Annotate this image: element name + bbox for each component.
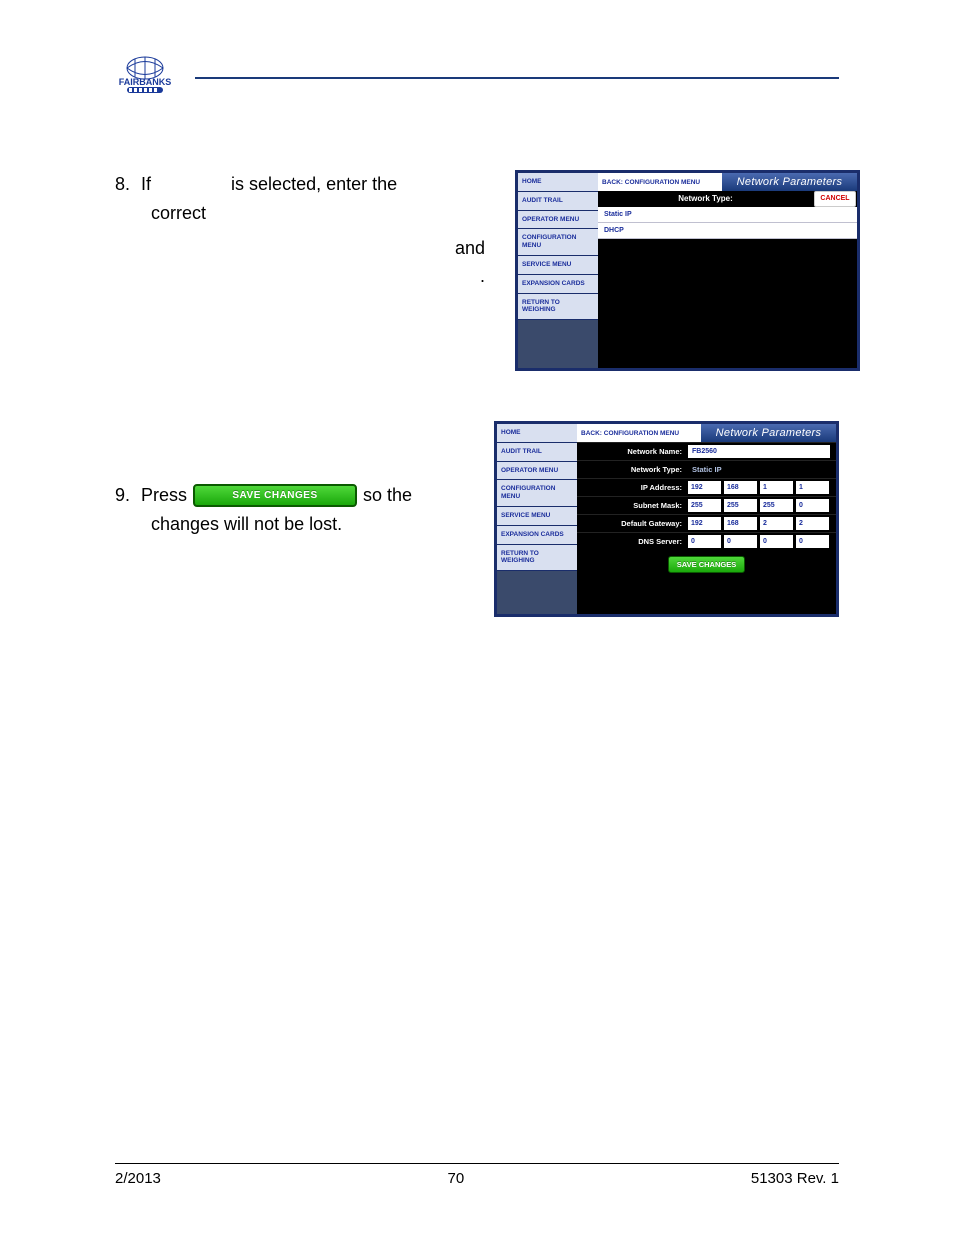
mask-octet-3[interactable]: 255 [760,499,793,512]
label-subnet-mask: Subnet Mask: [577,501,688,510]
mask-octet-4[interactable]: 0 [796,499,829,512]
step8-text-period: . [480,266,485,286]
field-network-type[interactable]: Static IP [688,465,836,474]
label-network-type: Network Type: [577,465,688,474]
sidebar: HOME AUDIT TRAIL OPERATOR MENU CONFIGURA… [497,424,577,614]
step9-text-so-the: so the [363,481,412,510]
page-footer: 2/2013 70 51303 Rev. 1 [115,1163,839,1187]
page-header: FAIRBANKS [115,55,839,100]
screenshot-network-params: HOME AUDIT TRAIL OPERATOR MENU CONFIGURA… [494,421,839,617]
step8-number: 8. [115,172,135,197]
sidebar-item-expansion[interactable]: EXPANSION CARDS [518,275,598,294]
screenshot-network-type: HOME AUDIT TRAIL OPERATOR MENU CONFIGURA… [515,170,860,371]
screen-title: Network Parameters [722,173,857,191]
option-static-ip[interactable]: Static IP [598,207,857,223]
cancel-button[interactable]: CANCEL [814,191,856,207]
dns-octet-4[interactable]: 0 [796,535,829,548]
step8-text-selected: is selected, enter the [231,174,397,194]
mask-octet-1[interactable]: 255 [688,499,721,512]
gw-octet-4[interactable]: 2 [796,517,829,530]
sidebar-item-expansion[interactable]: EXPANSION CARDS [497,526,577,545]
gw-octet-2[interactable]: 168 [724,517,757,530]
ip-octet-3[interactable]: 1 [760,481,793,494]
gw-octet-1[interactable]: 192 [688,517,721,530]
ip-octet-4[interactable]: 1 [796,481,829,494]
sidebar-item-operator[interactable]: OPERATOR MENU [497,462,577,481]
sidebar-item-config[interactable]: CONFIGURATION MENU [518,229,598,256]
save-changes-button[interactable]: SAVE CHANGES [668,556,745,573]
step8-text-and: and [455,238,485,258]
option-dhcp[interactable]: DHCP [598,223,857,239]
gw-octet-3[interactable]: 2 [760,517,793,530]
subtitle-network-type: Network Type: [598,191,813,207]
sidebar-item-return[interactable]: RETURN TO WEIGHING [518,294,598,321]
footer-doc-rev: 51303 Rev. 1 [751,1170,839,1187]
step9-text-not-lost: changes will not be lost. [151,514,342,534]
label-network-name: Network Name: [577,447,688,456]
back-link[interactable]: BACK: CONFIGURATION MENU [577,424,701,442]
footer-date: 2/2013 [115,1170,161,1187]
dns-octet-1[interactable]: 0 [688,535,721,548]
sidebar-item-operator[interactable]: OPERATOR MENU [518,211,598,230]
inline-save-changes-button: SAVE CHANGES [193,484,357,507]
step9-number: 9. [115,483,135,508]
step9-text-press: Press [141,481,187,510]
dns-octet-3[interactable]: 0 [760,535,793,548]
sidebar-item-return[interactable]: RETURN TO WEIGHING [497,545,577,572]
ip-octet-1[interactable]: 192 [688,481,721,494]
label-dns-server: DNS Server: [577,537,688,546]
sidebar-item-service[interactable]: SERVICE MENU [518,256,598,275]
label-default-gateway: Default Gateway: [577,519,688,528]
dns-octet-2[interactable]: 0 [724,535,757,548]
sidebar-item-service[interactable]: SERVICE MENU [497,507,577,526]
step8-text-if: If [141,174,151,194]
ip-octet-2[interactable]: 168 [724,481,757,494]
sidebar-item-audit[interactable]: AUDIT TRAIL [518,192,598,211]
sidebar-item-home[interactable]: HOME [497,424,577,443]
field-network-name[interactable]: FB2560 [688,445,830,458]
footer-page-number: 70 [448,1170,465,1187]
screen-title: Network Parameters [701,424,836,442]
fairbanks-logo: FAIRBANKS [115,55,175,100]
header-rule [195,77,839,79]
back-link[interactable]: BACK: CONFIGURATION MENU [598,173,722,191]
sidebar-item-audit[interactable]: AUDIT TRAIL [497,443,577,462]
step8-text-correct: correct [151,203,206,223]
sidebar-item-home[interactable]: HOME [518,173,598,192]
sidebar-item-config[interactable]: CONFIGURATION MENU [497,480,577,507]
label-ip-address: IP Address: [577,483,688,492]
sidebar: HOME AUDIT TRAIL OPERATOR MENU CONFIGURA… [518,173,598,368]
brand-text: FAIRBANKS [119,77,172,87]
mask-octet-2[interactable]: 255 [724,499,757,512]
